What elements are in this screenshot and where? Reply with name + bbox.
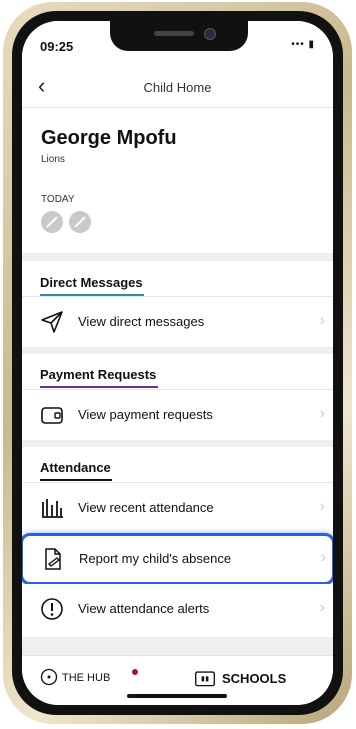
phone-screen: 09:25 ••• ▮ ‹ Child Home George Mpofu Li… xyxy=(22,21,333,705)
signal-icon: ••• ▮ xyxy=(291,39,315,50)
row-label: View recent attendance xyxy=(78,500,214,515)
section-attendance: Attendance View recent attendance › Repo… xyxy=(22,447,333,637)
app-header: ‹ Child Home xyxy=(22,67,333,108)
phone-frame: 09:25 ••• ▮ ‹ Child Home George Mpofu Li… xyxy=(3,2,352,724)
school-icon xyxy=(195,671,215,687)
home-indicator xyxy=(127,694,227,698)
row-label: Report my child's absence xyxy=(79,551,232,566)
list-item-direct-messages[interactable]: View direct messages › xyxy=(22,296,333,347)
section-direct-messages: Direct Messages View direct messages › xyxy=(22,261,333,347)
status-bar: 09:25 ••• ▮ xyxy=(22,21,333,67)
section-underline xyxy=(40,386,158,388)
no-status-icon xyxy=(69,211,91,233)
section-title: Direct Messages xyxy=(40,275,143,290)
bar-chart-icon xyxy=(42,499,63,518)
row-label: View attendance alerts xyxy=(78,601,210,616)
phone-bezel: 09:25 ••• ▮ ‹ Child Home George Mpofu Li… xyxy=(12,11,343,715)
chevron-right-icon: › xyxy=(319,312,325,329)
row-label: View payment requests xyxy=(78,407,213,422)
list-item-attendance-alerts[interactable]: View attendance alerts › xyxy=(22,584,333,634)
section-title: Attendance xyxy=(40,460,111,475)
chevron-right-icon: › xyxy=(320,549,326,566)
exclamation-circle-icon xyxy=(41,598,63,620)
paper-plane-icon xyxy=(41,311,63,333)
row-label: View direct messages xyxy=(78,314,205,329)
child-profile: George Mpofu Lions TODAY xyxy=(22,108,333,253)
section-underline xyxy=(40,479,112,481)
list-item-payment-requests[interactable]: View payment requests › xyxy=(22,389,333,440)
chevron-right-icon: › xyxy=(319,405,325,422)
speaker xyxy=(154,31,194,36)
list-item-report-absence[interactable]: Report my child's absence › xyxy=(22,533,333,585)
section-title: Payment Requests xyxy=(40,367,157,382)
status-time: 09:25 xyxy=(40,39,74,54)
notch xyxy=(110,21,248,51)
child-class: Lions xyxy=(41,154,65,165)
page-title: Child Home xyxy=(143,80,212,95)
chevron-right-icon: › xyxy=(319,599,325,616)
edit-document-icon xyxy=(45,548,61,570)
notification-badge xyxy=(132,669,138,675)
camera xyxy=(204,28,216,40)
tab-label: SCHOOLS xyxy=(222,671,287,686)
tab-label: THE HUB xyxy=(62,672,111,684)
section-payment-requests: Payment Requests View payment requests › xyxy=(22,354,333,440)
list-item-recent-attendance[interactable]: View recent attendance › xyxy=(22,482,333,533)
chevron-right-icon: › xyxy=(319,498,325,515)
no-status-icon xyxy=(41,211,63,233)
child-name: George Mpofu xyxy=(41,127,177,149)
wallet-icon xyxy=(41,407,63,424)
circle-dot-icon xyxy=(40,668,58,686)
today-label: TODAY xyxy=(41,194,75,205)
